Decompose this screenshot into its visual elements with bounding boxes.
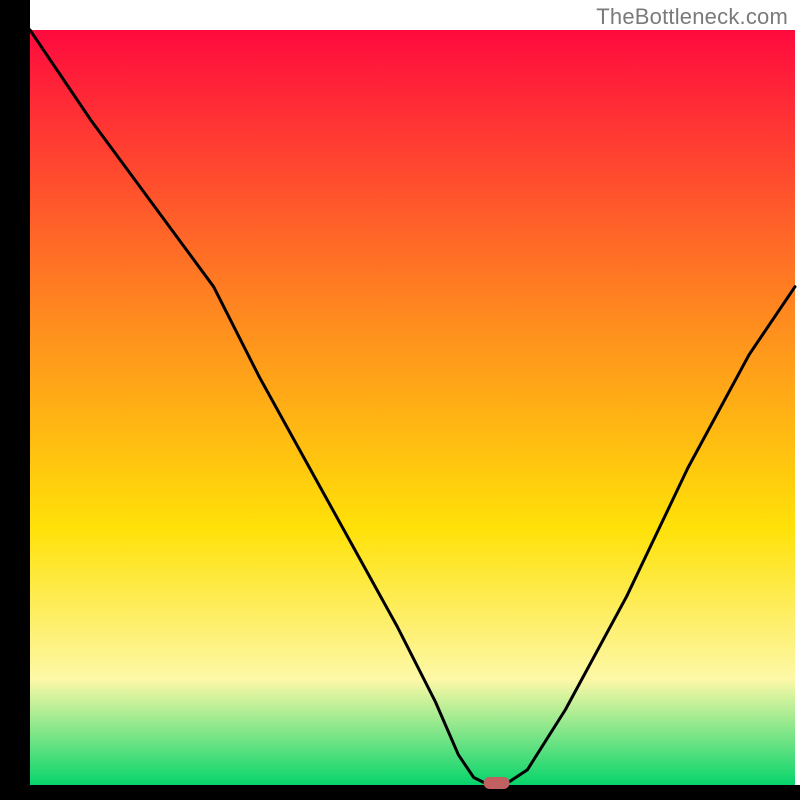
bottleneck-chart: TheBottleneck.com [0, 0, 800, 800]
plot-background [30, 30, 795, 785]
optimum-marker [484, 777, 510, 789]
chart-svg [0, 0, 800, 800]
watermark-text: TheBottleneck.com [596, 4, 788, 30]
axis-bottom [0, 785, 800, 800]
axis-left [0, 0, 30, 800]
